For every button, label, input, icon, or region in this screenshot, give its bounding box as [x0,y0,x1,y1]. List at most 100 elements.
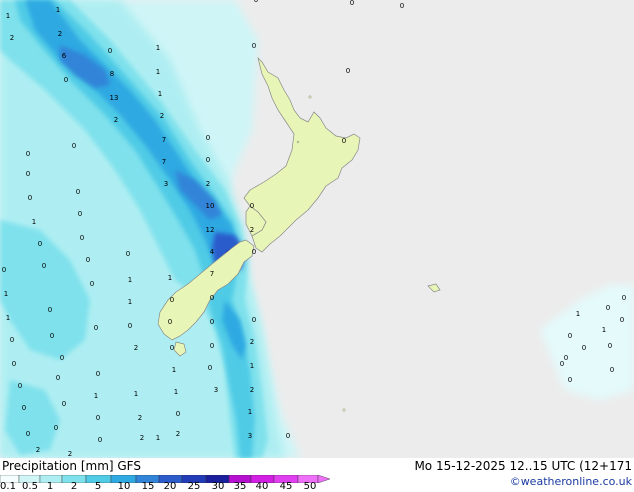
precip-value-label: 0 [582,344,586,352]
precip-value-label: 3 [164,180,168,188]
precip-value-label: 0 [252,248,256,256]
precip-value-label: 0 [42,262,46,270]
legend-tick-label: 15 [141,481,155,492]
precip-value-label: 2 [138,414,142,422]
precip-value-label: 1 [158,90,162,98]
precip-value-label: 0 [80,234,84,242]
legend-tick-label: 30 [211,481,225,492]
precip-value-label: 0 [206,156,210,164]
legend-tick-label: 2 [70,481,78,492]
legend-tick-label: 0.1 [0,481,16,492]
precip-value-label: 0 [206,134,210,142]
precip-value-label: 0 [250,202,254,210]
precip-value-label: 1 [134,390,138,398]
precip-value-label: 2 [134,344,138,352]
precip-value-label: 0 [252,316,256,324]
precip-value-label: 2 [140,434,144,442]
precip-value-label: 0 [560,360,564,368]
precip-value-label: 1 [94,392,98,400]
precip-value-label: 0 [622,294,626,302]
precip-value-label: 0 [620,316,624,324]
precip-value-label: 0 [170,344,174,352]
precip-value-label: 0 [210,342,214,350]
legend-tick-label: 40 [255,481,269,492]
credit-link[interactable]: ©weatheronline.co.uk [510,475,632,489]
precip-value-label: 1 [156,68,160,76]
precip-value-label: 0 [608,342,612,350]
precip-value-label: 0 [50,332,54,340]
precip-value-label: 0 [400,2,404,10]
precip-value-label: 7 [162,158,166,166]
precip-value-label: 0 [350,0,354,7]
precip-value-label: 1 [250,362,254,370]
precip-value-label: 0 [76,188,80,196]
precip-value-label: 1 [156,434,160,442]
forecast-datetime: Mo 15-12-2025 12..15 UTC (12+171 [414,459,632,473]
precip-value-label: 0 [56,374,60,382]
precipitation-map: 112 260801321121070703 2010012 24 0700000000… [0,0,634,458]
precip-value-label: 1 [4,290,8,298]
precip-value-label: 2 [160,112,164,120]
precip-value-label: 0 [78,210,82,218]
precip-value-label: 2 [250,386,254,394]
precip-value-label: 0 [26,430,30,438]
precip-value-label: 0 [60,354,64,362]
precip-value-label: 2 [114,116,118,124]
precip-value-label: 0 [176,410,180,418]
precip-value-label: 0 [18,382,22,390]
precip-value-label: 1 [168,274,172,282]
precip-value-label: 1 [6,314,10,322]
precip-value-label: 0 [54,424,58,432]
precip-value-label: 1 [56,6,60,14]
precip-value-label: 0 [108,47,112,55]
precip-value-label: 0 [12,360,16,368]
precip-value-label: 0 [62,400,66,408]
precip-value-label: 3 [248,432,252,440]
legend-overflow-arrow [317,475,330,483]
precip-value-label: 0 [72,142,76,150]
precip-value-label: 8 [110,70,114,78]
precip-value-label: 0 [28,194,32,202]
precip-value-label: 0 [610,366,614,374]
precip-value-label: 0 [210,318,214,326]
precip-value-label: 2 [10,34,14,42]
precip-value-label: 1 [128,298,132,306]
legend-tick-label: 45 [279,481,293,492]
precip-value-label: 0 [126,250,130,258]
precip-value-label: 0 [342,137,346,145]
precip-value-label: 0 [10,336,14,344]
legend-tick-label: 50 [303,481,317,492]
precip-value-label: 2 [58,30,62,38]
precip-value-label: 7 [210,270,214,278]
precip-value-label: 0 [170,296,174,304]
precip-value-label: 2 [68,450,72,458]
precip-value-label: 0 [210,294,214,302]
precip-value-label: 0 [48,306,52,314]
precip-value-label: 0 [90,280,94,288]
legend-tick-label: 0.5 [22,481,38,492]
precip-value-label: 0 [564,354,568,362]
precip-value-label: 0 [568,332,572,340]
precip-value-label: 1 [576,310,580,318]
precip-value-label: 3 [214,386,218,394]
precip-value-label: 0 [606,304,610,312]
map-title: Precipitation [mm] GFS [2,459,141,473]
precip-value-label: 4 [210,248,215,256]
precip-value-label: 1 [6,12,10,20]
precip-value-label: 0 [252,42,256,50]
legend-tick-label: 20 [163,481,177,492]
precip-value-label: 0 [38,240,42,248]
precip-value-label: 0 [94,324,98,332]
legend-tick-label: 5 [94,481,102,492]
precip-value-label: 1 [248,408,252,416]
precip-value-label: 0 [2,266,6,274]
precip-value-label: 1 [128,276,132,284]
legend-tick-label: 35 [233,481,247,492]
legend-tick-label: 10 [117,481,131,492]
precip-value-label: 10 [206,202,215,210]
precip-value-label: 0 [286,432,290,440]
precip-value-label: 0 [22,404,26,412]
precip-value-label: 0 [168,318,172,326]
precip-value-label: 0 [568,376,572,384]
precip-value-label: 2 [250,226,254,234]
